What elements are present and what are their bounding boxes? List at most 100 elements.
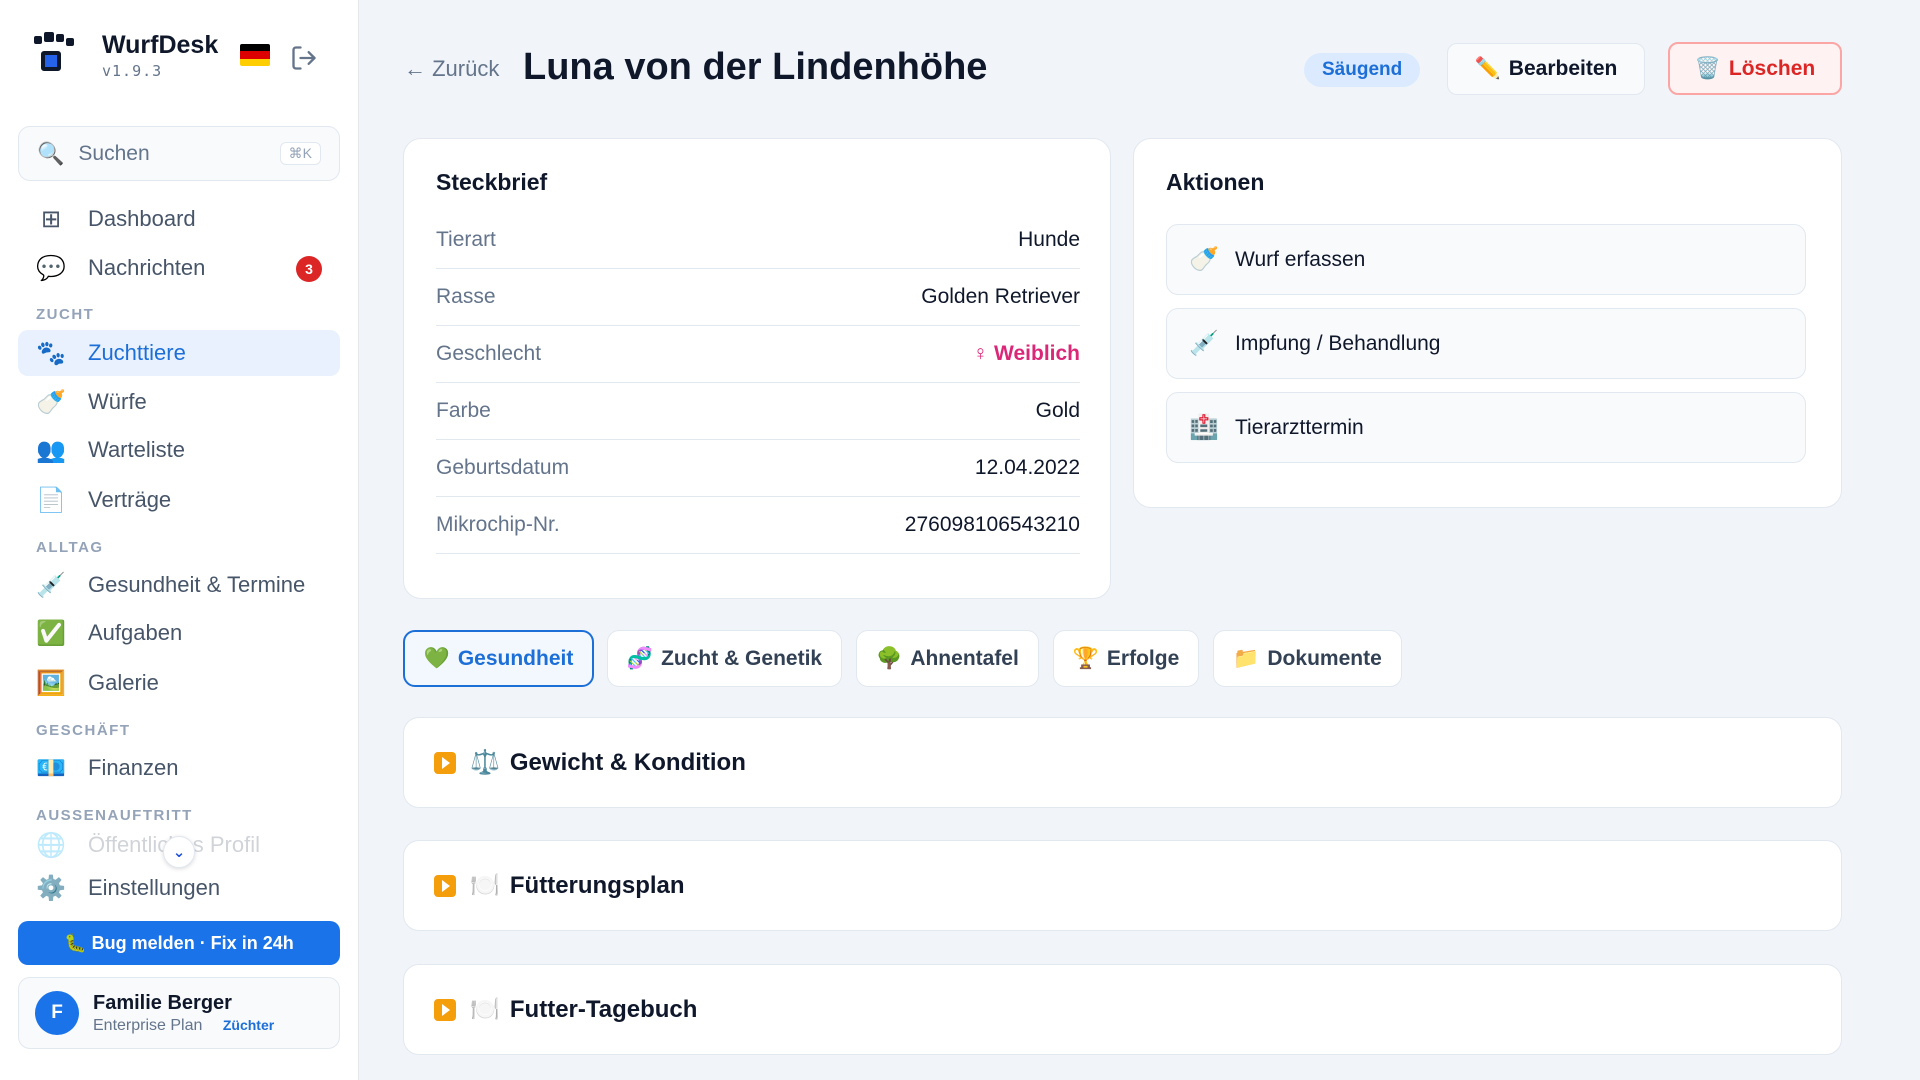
sidebar-item-einstellungen[interactable]: ⚙️ Einstellungen (18, 865, 340, 911)
paw-icon: 🐾 (36, 339, 66, 367)
profile-card-title: Steckbrief (436, 169, 548, 195)
logout-icon[interactable] (290, 44, 318, 72)
section-zucht: ZUCHT (36, 306, 95, 323)
tab-zucht-genetik[interactable]: 🧬 Zucht & Genetik (607, 630, 842, 687)
people-icon: 👥 (36, 436, 66, 464)
sidebar-item-nachrichten[interactable]: 💬 Nachrichten 3 (18, 245, 340, 291)
baby-bottle-icon: 🍼 (36, 388, 66, 416)
sidebar-item-label: Dashboard (88, 206, 196, 231)
report-bug-button[interactable]: 🐛 Bug melden · Fix in 24h (18, 921, 340, 965)
profile-row-farbe: Farbe Gold (436, 383, 1080, 440)
edit-button[interactable]: ✏️ Bearbeiten (1447, 43, 1645, 95)
search-input[interactable]: 🔍 Suchen ⌘K (18, 126, 340, 181)
sidebar-item-label: Galerie (88, 670, 159, 695)
back-link[interactable]: ← Zurück (404, 56, 499, 82)
sidebar-item-vertraege[interactable]: 📄 Verträge (18, 477, 340, 523)
section-label: Futter-Tagebuch (509, 995, 698, 1023)
banknote-icon: 💶 (36, 754, 66, 782)
picture-icon: 🖼️ (36, 669, 66, 697)
sidebar-item-finanzen[interactable]: 💶 Finanzen (18, 745, 340, 791)
row-label: Mikrochip-Nr. (436, 513, 560, 536)
globe-icon: 🌐 (36, 831, 66, 859)
section-futter-tagebuch[interactable]: 🍽️ Futter-Tagebuch (403, 964, 1842, 1055)
section-geschaeft: GESCHÄFT (36, 722, 131, 739)
sidebar-item-label: Finanzen (88, 755, 179, 780)
action-label: Impfung / Behandlung (1235, 331, 1441, 355)
user-name: Familie Berger (93, 991, 232, 1014)
action-wurf-erfassen[interactable]: 🍼 Wurf erfassen (1166, 224, 1806, 295)
delete-button-label: Löschen (1728, 56, 1816, 80)
tab-dokumente[interactable]: 📁 Dokumente (1213, 630, 1402, 687)
sidebar-item-galerie[interactable]: 🖼️ Galerie (18, 660, 340, 706)
document-icon: 📄 (36, 486, 66, 514)
section-aussenauftritt: AUSSENAUFTRITT (36, 807, 193, 824)
sidebar-item-warteliste[interactable]: 👥 Warteliste (18, 427, 340, 473)
chat-bubble-icon: 💬 (36, 254, 66, 282)
user-card[interactable]: F Familie Berger Enterprise Plan Züchter (18, 977, 340, 1049)
sidebar-item-label: Zuchttiere (88, 340, 186, 365)
user-plan: Enterprise Plan (93, 1016, 203, 1034)
sidebar-item-aufgaben[interactable]: ✅ Aufgaben (18, 610, 340, 656)
row-label: Geschlecht (436, 342, 542, 365)
trash-icon: 🗑️ (1694, 56, 1721, 80)
actions-card: Aktionen 🍼 Wurf erfassen 💉 Impfung / Beh… (1133, 138, 1842, 508)
scroll-down-chevron-icon[interactable]: ⌄ (163, 836, 195, 868)
hospital-icon: 🏥 (1189, 414, 1219, 441)
section-label: Gewicht & Kondition (509, 748, 746, 776)
profile-card: Steckbrief Tierart Hunde Rasse Golden Re… (403, 138, 1111, 599)
syringe-icon: 💉 (1189, 330, 1219, 357)
row-label: Geburtsdatum (436, 456, 570, 479)
sidebar-item-zuchttiere[interactable]: 🐾 Zuchttiere (18, 330, 340, 376)
tab-label: Zucht & Genetik (661, 646, 823, 670)
tab-gesundheit[interactable]: 💚 Gesundheit (403, 630, 594, 687)
tab-ahnentafel[interactable]: 🌳 Ahnentafel (856, 630, 1039, 687)
section-alltag: ALLTAG (36, 539, 104, 556)
dna-icon: 🧬 (626, 646, 654, 670)
row-label: Farbe (436, 399, 491, 422)
expand-chevron-icon (434, 751, 456, 774)
action-impfung[interactable]: 💉 Impfung / Behandlung (1166, 308, 1806, 379)
user-role: Züchter (222, 1016, 275, 1033)
app-version: v1.9.3 (102, 62, 163, 80)
dashboard-icon: ⊞ (40, 205, 62, 233)
profile-row-tierart: Tierart Hunde (436, 212, 1080, 269)
expand-chevron-icon (434, 874, 456, 897)
tab-label: Gesundheit (457, 646, 574, 670)
pencil-icon: ✏️ (1474, 57, 1501, 80)
actions-card-title: Aktionen (1166, 169, 1265, 195)
section-gewicht-kondition[interactable]: ⚖️ Gewicht & Kondition (403, 717, 1842, 808)
sidebar-item-label: Würfe (88, 389, 147, 414)
sidebar: WurfDesk v1.9.3 🔍 Suchen ⌘K ⊞ Dashboard … (0, 0, 359, 1080)
logo-icon (30, 32, 76, 78)
sidebar-item-wuerfe[interactable]: 🍼 Würfe (18, 379, 340, 425)
brand[interactable]: WurfDesk v1.9.3 (30, 30, 218, 80)
plate-icon: 🍽️ (470, 872, 500, 899)
sidebar-item-gesundheit[interactable]: 💉 Gesundheit & Termine (18, 562, 340, 608)
row-label: Tierart (436, 228, 496, 251)
section-fuetterungsplan[interactable]: 🍽️ Fütterungsplan (403, 840, 1842, 931)
row-value: Golden Retriever (921, 285, 1080, 308)
baby-bottle-icon: 🍼 (1189, 246, 1219, 273)
section-label: Fütterungsplan (509, 871, 685, 899)
profile-row-mikrochip: Mikrochip-Nr. 276098106543210 (436, 497, 1080, 554)
sidebar-item-label: Verträge (88, 487, 172, 512)
row-value: Gold (1035, 399, 1080, 422)
row-value: Hunde (1018, 228, 1080, 251)
action-tierarzttermin[interactable]: 🏥 Tierarzttermin (1166, 392, 1806, 463)
expand-chevron-icon (434, 998, 456, 1021)
german-flag-icon[interactable] (240, 44, 270, 66)
green-heart-icon: 💚 (423, 646, 450, 670)
tab-erfolge[interactable]: 🏆 Erfolge (1053, 630, 1199, 687)
sidebar-item-label: Aufgaben (88, 620, 183, 645)
row-value: ♀ Weiblich (972, 342, 1080, 365)
sidebar-item-dashboard[interactable]: ⊞ Dashboard (18, 196, 340, 242)
tab-label: Dokumente (1267, 646, 1382, 670)
profile-row-rasse: Rasse Golden Retriever (436, 269, 1080, 326)
sidebar-item-label: Einstellungen (88, 875, 221, 900)
edit-button-label: Bearbeiten (1508, 57, 1618, 80)
sidebar-item-label: Warteliste (88, 437, 185, 462)
search-shortcut: ⌘K (279, 142, 321, 165)
row-value: 12.04.2022 (974, 456, 1080, 479)
row-value: 276098106543210 (904, 513, 1080, 536)
delete-button[interactable]: 🗑️ Löschen (1668, 42, 1842, 95)
